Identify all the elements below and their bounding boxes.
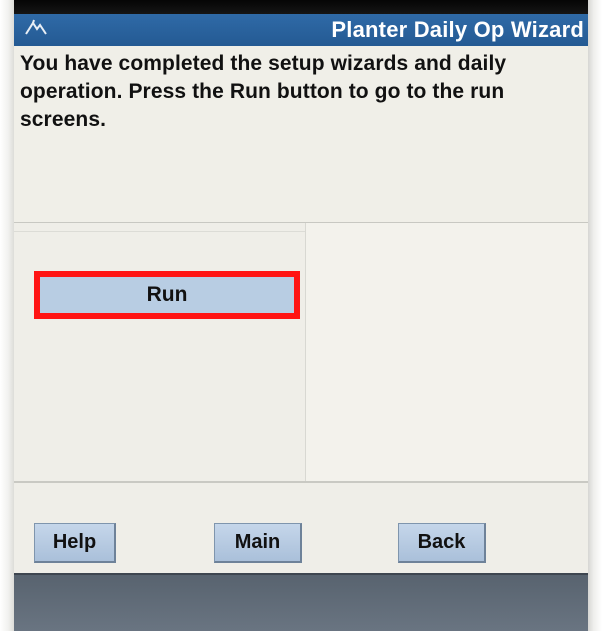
- run-button[interactable]: Run: [34, 271, 300, 319]
- help-button[interactable]: Help: [34, 523, 116, 563]
- right-panel: [306, 223, 588, 481]
- main-button[interactable]: Main: [214, 523, 302, 563]
- title-bar: Planter Daily Op Wizard: [14, 14, 588, 46]
- help-button-label: Help: [52, 531, 97, 553]
- run-button-label: Run: [146, 283, 188, 306]
- completion-message: You have completed the setup wizards and…: [20, 52, 507, 131]
- display-area: Planter Daily Op Wizard You have complet…: [14, 14, 588, 631]
- bottom-status-bar: [14, 573, 588, 631]
- window-title: Planter Daily Op Wizard: [331, 17, 584, 42]
- device-screen: Planter Daily Op Wizard You have complet…: [0, 0, 602, 631]
- navigation-area: Help Main Back: [14, 483, 588, 573]
- bezel-right: [588, 0, 602, 631]
- planter-app-icon: [24, 18, 48, 38]
- bezel-left: [0, 0, 14, 631]
- left-panel-header: [14, 223, 305, 232]
- back-button[interactable]: Back: [398, 523, 486, 563]
- main-button-label: Main: [234, 531, 281, 553]
- bezel-top: [0, 0, 602, 14]
- left-panel: Run: [14, 223, 305, 481]
- back-button-label: Back: [417, 531, 466, 553]
